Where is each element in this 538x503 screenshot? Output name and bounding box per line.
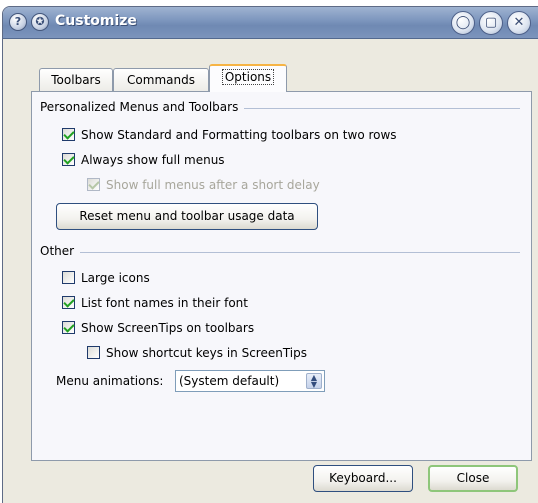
group-divider <box>40 252 520 253</box>
menu-animations-label: Menu animations: <box>56 374 164 388</box>
personalized-group-title: Personalized Menus and Toolbars <box>40 100 245 114</box>
shortcut-keys-label: Show shortcut keys in ScreenTips <box>106 346 307 360</box>
two-rows-label: Show Standard and Formatting toolbars on… <box>81 128 397 142</box>
tab-commands[interactable]: Commands <box>113 68 209 92</box>
close-button[interactable]: Close <box>428 465 518 492</box>
help-icon[interactable]: ? <box>9 13 27 31</box>
two-rows-checkbox[interactable] <box>62 128 75 141</box>
large-icons-label: Large icons <box>81 271 150 285</box>
menu-animations-select[interactable]: (System default) ▲ ▼ <box>175 370 325 392</box>
menu-animations-value: (System default) <box>179 374 280 388</box>
options-panel: Personalized Menus and Toolbars Show Sta… <box>31 91 532 461</box>
font-names-checkbox[interactable] <box>62 296 75 309</box>
shortcut-keys-checkbox[interactable] <box>87 346 100 359</box>
tab-options-label: Options <box>221 69 275 85</box>
other-group-title: Other <box>40 244 81 258</box>
delay-label: Show full menus after a short delay <box>106 178 320 192</box>
reset-usage-button[interactable]: Reset menu and toolbar usage data <box>56 203 318 230</box>
tab-options[interactable]: Options <box>209 64 287 92</box>
tab-toolbars-label: Toolbars <box>51 73 101 87</box>
large-icons-checkbox[interactable] <box>62 271 75 284</box>
customize-dialog: ? ✪ Customize ◯ ▢ ✕ Toolbars Commands Op… <box>2 6 538 503</box>
font-names-label: List font names in their font <box>81 296 248 310</box>
tab-toolbars[interactable]: Toolbars <box>39 68 113 92</box>
screentips-label: Show ScreenTips on toolbars <box>81 321 255 335</box>
tab-commands-label: Commands <box>127 73 195 87</box>
keyboard-button[interactable]: Keyboard... <box>313 465 413 492</box>
delay-checkbox <box>87 178 100 191</box>
screentips-checkbox[interactable] <box>62 321 75 334</box>
app-icon: ✪ <box>31 13 49 31</box>
full-menus-label: Always show full menus <box>81 153 225 167</box>
minimize-icon[interactable]: ◯ <box>451 11 475 35</box>
updown-arrow-icon[interactable]: ▲ ▼ <box>306 373 322 389</box>
close-icon[interactable]: ✕ <box>507 11 531 35</box>
maximize-icon[interactable]: ▢ <box>479 11 503 35</box>
window-title: Customize <box>55 13 137 29</box>
title-bar[interactable]: ? ✪ Customize ◯ ▢ ✕ <box>3 7 538 39</box>
full-menus-checkbox[interactable] <box>62 153 75 166</box>
dialog-body: Toolbars Commands Options Personalized M… <box>3 40 538 503</box>
